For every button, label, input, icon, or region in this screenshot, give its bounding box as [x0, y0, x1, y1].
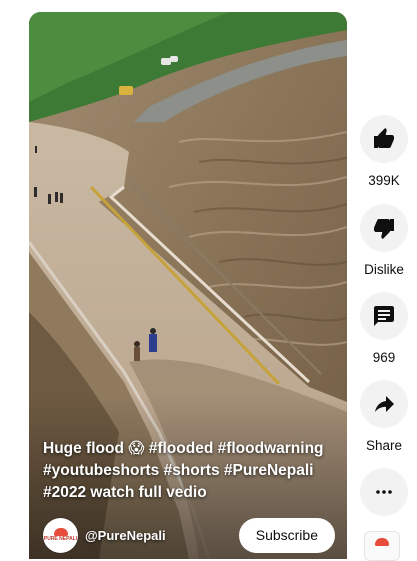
- thumbs-down-icon: [374, 219, 394, 239]
- more-action: [357, 468, 411, 516]
- share-button[interactable]: [360, 380, 408, 428]
- comments-action: 969: [357, 292, 411, 365]
- avatar-text: PURE NEPALI: [43, 536, 78, 542]
- comments-button[interactable]: [360, 292, 408, 340]
- dislike-button[interactable]: [360, 204, 408, 252]
- video-caption[interactable]: Huge flood 😱 #flooded #floodwarning #you…: [43, 438, 337, 504]
- comment-icon: [374, 306, 394, 326]
- audio-thumbnail[interactable]: [364, 531, 400, 561]
- like-count: 399K: [368, 173, 400, 188]
- short-video-player[interactable]: Huge flood 😱 #flooded #floodwarning #you…: [29, 12, 347, 559]
- subscribe-button[interactable]: Subscribe: [238, 517, 335, 553]
- channel-logo-icon: [375, 538, 389, 546]
- share-icon: [375, 396, 394, 412]
- more-horizontal-icon: [376, 490, 392, 494]
- dislike-label: Dislike: [364, 262, 404, 277]
- dislike-action: Dislike: [357, 204, 411, 277]
- share-label: Share: [365, 438, 403, 453]
- like-button[interactable]: [360, 115, 408, 163]
- channel-row: PURE NEPALI @PureNepali Subscribe: [43, 517, 335, 553]
- like-action: 399K: [357, 115, 411, 188]
- more-button[interactable]: [360, 468, 408, 516]
- thumbs-up-icon: [374, 128, 394, 148]
- comments-count: 969: [372, 350, 396, 365]
- channel-logo-icon: [53, 528, 68, 536]
- channel-avatar[interactable]: PURE NEPALI: [43, 517, 78, 553]
- channel-name[interactable]: @PureNepali: [85, 528, 166, 543]
- share-action: Share: [357, 380, 411, 453]
